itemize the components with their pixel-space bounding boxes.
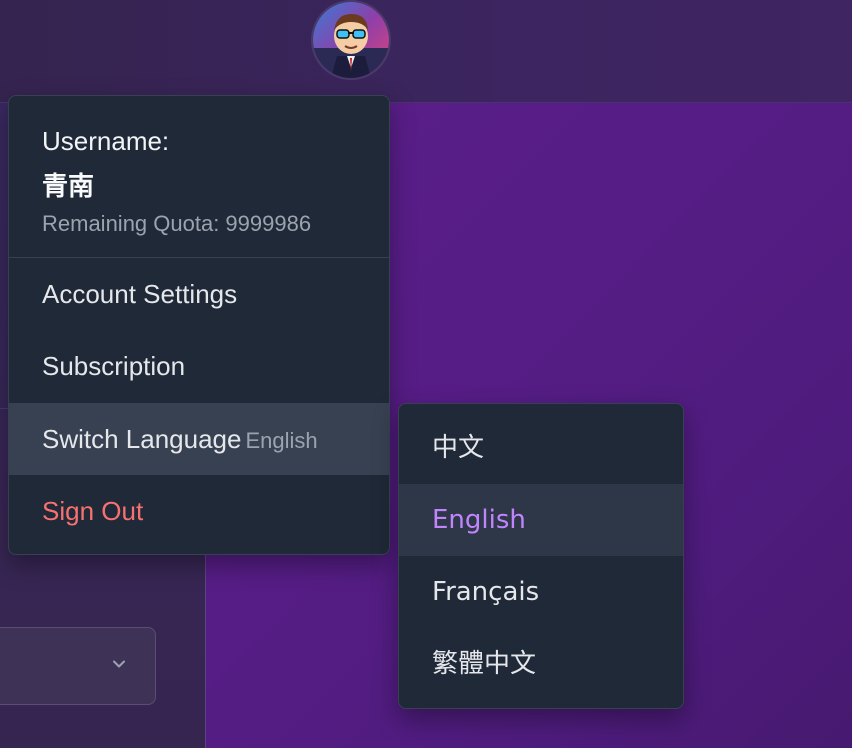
- user-info: Username: 青南 Remaining Quota: 9999986: [9, 96, 389, 258]
- user-dropdown-menu: Username: 青南 Remaining Quota: 9999986 Ac…: [8, 95, 390, 555]
- language-option-zh-tw[interactable]: 繁體中文: [399, 628, 683, 700]
- model-select[interactable]: [0, 627, 156, 705]
- menu-item-subscription[interactable]: Subscription: [9, 330, 389, 402]
- menu-item-label: Subscription: [42, 351, 186, 381]
- top-bar: [0, 0, 852, 103]
- menu-item-switch-language[interactable]: Switch Language English: [9, 403, 389, 475]
- username: 青南: [42, 172, 95, 202]
- user-avatar[interactable]: [311, 0, 391, 80]
- avatar-image: [313, 2, 389, 78]
- language-option-en[interactable]: English: [399, 484, 683, 556]
- menu-item-account-settings[interactable]: Account Settings: [9, 258, 389, 330]
- language-submenu: 中文 English Français 繁體中文: [398, 403, 684, 709]
- menu-item-label: Account Settings: [42, 279, 238, 309]
- remaining-quota: Remaining Quota: 9999986: [42, 211, 312, 236]
- menu-item-label: Switch Language: [42, 424, 242, 454]
- chevron-down-icon: [113, 660, 125, 668]
- language-option-fr[interactable]: Français: [399, 556, 683, 628]
- current-language: English: [245, 428, 318, 453]
- menu-item-label: Sign Out: [42, 496, 144, 526]
- language-option-zh[interactable]: 中文: [399, 412, 683, 484]
- username-label: Username:: [42, 126, 170, 156]
- menu-item-sign-out[interactable]: Sign Out: [9, 475, 389, 547]
